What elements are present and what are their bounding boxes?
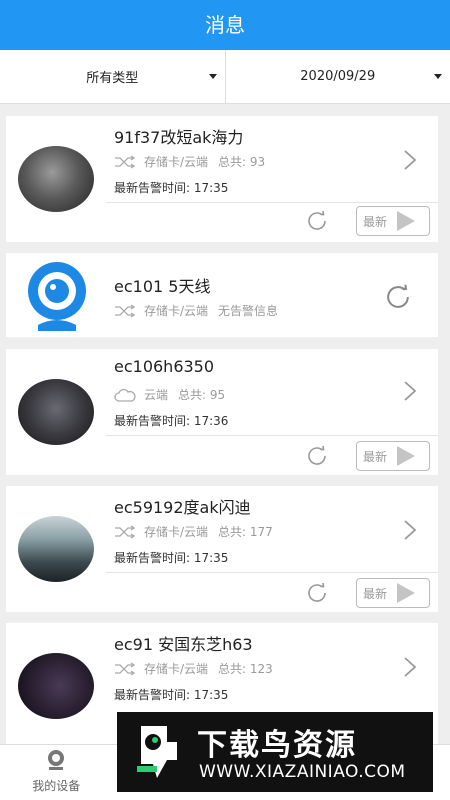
latest-alarm-time: 最新告警时间: 17:35 [114,181,229,195]
latest-play-button[interactable]: 最新 [356,441,430,471]
play-icon [397,211,416,231]
watermark-title: 下载鸟资源 [197,728,357,763]
caret-down-icon [208,74,217,79]
camera-icon [28,262,86,331]
storage-type: 存储卡/云端 [144,155,209,169]
latest-button-label: 最新 [363,214,388,229]
device-card[interactable]: ec101 5天线 存储卡/云端 无告警信息 [6,253,438,337]
camera-snapshot-thumbnail [18,146,94,212]
shuffle-icon [115,661,136,676]
latest-alarm-time: 最新告警时间: 17:36 [114,414,229,428]
camera-snapshot-thumbnail [18,653,94,719]
shuffle-icon [115,303,136,318]
chevron-right-icon[interactable] [402,149,418,171]
alarm-total: 总共: 93 [218,155,266,169]
storage-info: 存储卡/云端 无告警信息 [114,302,278,319]
storage-type: 存储卡/云端 [144,525,209,539]
play-icon [397,446,416,466]
latest-play-button[interactable]: 最新 [356,578,430,608]
refresh-icon[interactable] [304,443,330,469]
latest-alarm-time: 最新告警时间: 17:35 [114,551,229,565]
refresh-icon[interactable] [304,208,330,234]
device-card[interactable]: ec106h6350 云端 总共: 95 最新告警时间: 17:36 最新 [6,349,438,475]
type-filter-label: 所有类型 [86,71,139,86]
watermark-url: WWW.XIAZAINIAO.COM [199,762,406,782]
page-title: 消息 [205,13,245,37]
refresh-icon[interactable] [304,580,330,606]
latest-button-label: 最新 [363,586,388,601]
tab-my-devices[interactable]: 我的设备 [0,745,113,800]
refresh-icon[interactable] [382,281,414,313]
latest-play-button[interactable]: 最新 [356,206,430,236]
date-filter-label: 2020/09/29 [300,69,376,84]
watermark-banner: 下载鸟资源 WWW.XIAZAINIAO.COM [117,712,433,792]
alarm-total: 总共: 123 [218,662,273,676]
storage-info: 存储卡/云端 总共: 93 [114,153,265,170]
camera-snapshot-thumbnail [18,379,94,445]
device-title: ec59192度ak闪迪 [114,498,251,517]
device-title: 91f37改短ak海力 [114,128,244,147]
alarm-total: 总共: 177 [218,525,273,539]
device-title: ec101 5天线 [114,277,211,296]
camera-snapshot-thumbnail [18,516,94,582]
device-message-list: 91f37改短ak海力 存储卡/云端 总共: 93 最新告警时间: 17:35 … [0,104,450,744]
storage-type: 存储卡/云端 [144,662,209,676]
storage-type: 云端 [144,388,169,402]
divider [106,202,438,203]
storage-info: 存储卡/云端 总共: 123 [114,660,273,677]
date-filter-dropdown[interactable]: 2020/09/29 [224,50,450,103]
alarm-total: 总共: 95 [178,388,226,402]
shuffle-icon [115,524,136,539]
chevron-right-icon[interactable] [402,656,418,678]
storage-info: 云端 总共: 95 [114,386,225,403]
latest-alarm-time: 最新告警时间: 17:35 [114,688,229,702]
divider [106,572,438,573]
page-header: 消息 [0,0,450,50]
cloud-icon [114,388,136,402]
storage-info: 存储卡/云端 总共: 177 [114,523,273,540]
caret-down-icon [434,74,442,79]
chevron-right-icon[interactable] [402,519,418,541]
latest-button-label: 最新 [363,449,388,464]
shuffle-icon [115,154,136,169]
filter-bar: 所有类型 2020/09/29 [0,50,450,104]
bird-logo-icon [137,726,177,778]
play-icon [397,583,416,603]
device-title: ec106h6350 [114,357,215,376]
chevron-right-icon[interactable] [402,380,418,402]
tab-label: 我的设备 [32,779,81,793]
divider [106,435,438,436]
device-title: ec91 安国东芝h63 [114,635,253,654]
type-filter-dropdown[interactable]: 所有类型 [0,50,225,103]
device-card[interactable]: ec59192度ak闪迪 存储卡/云端 总共: 177 最新告警时间: 17:3… [6,486,438,612]
no-alarm-info: 无告警信息 [218,304,279,318]
device-icon [48,750,65,770]
storage-type: 存储卡/云端 [144,304,209,318]
device-card[interactable]: 91f37改短ak海力 存储卡/云端 总共: 93 最新告警时间: 17:35 … [6,116,438,242]
